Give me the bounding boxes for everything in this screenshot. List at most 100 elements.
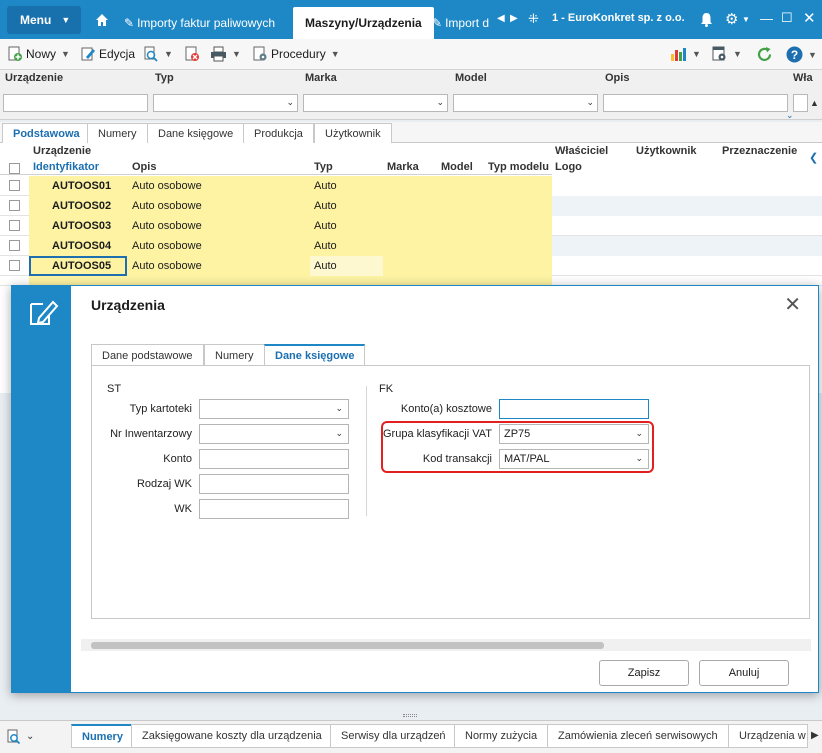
- filter-opis-input[interactable]: [603, 94, 788, 112]
- edit-button[interactable]: Edycja: [80, 46, 135, 62]
- row-checkbox[interactable]: [9, 220, 20, 231]
- help-button[interactable]: ? ▼: [786, 46, 817, 63]
- filter-marka-select[interactable]: ⌄: [303, 94, 448, 112]
- bottom-tabs: ⌄ Numery Zaksięgowane koszty dla urządze…: [0, 720, 822, 753]
- column-header-typ[interactable]: Typ: [314, 161, 333, 173]
- print-button[interactable]: ▼: [210, 46, 241, 62]
- apps-grid-icon[interactable]: ⁜: [528, 11, 539, 27]
- tab-import[interactable]: ✎ Import d: [432, 7, 494, 39]
- column-header-opis[interactable]: Opis: [132, 161, 156, 173]
- tab-dane-ksiegowe[interactable]: Dane księgowe: [147, 123, 245, 143]
- tab-dane-ksiegowe[interactable]: Dane księgowe: [264, 344, 366, 366]
- tab-zaksiegowane-koszty[interactable]: Zaksięgowane koszty dla urządzenia: [131, 724, 333, 748]
- settings-button[interactable]: ▼: [711, 46, 742, 62]
- tab-zamowienia[interactable]: Zamówienia zleceń serwisowych: [547, 724, 729, 748]
- bar-chart-icon: [671, 48, 686, 61]
- scroll-left-icon[interactable]: ◀: [497, 13, 505, 24]
- save-button[interactable]: Zapisz: [599, 660, 689, 686]
- rodzaj-wk-field[interactable]: [199, 474, 349, 494]
- tab-normy-zuzycia[interactable]: Normy zużycia: [454, 724, 549, 748]
- table-row[interactable]: AUTOOS05 Auto osobowe Auto: [0, 256, 822, 276]
- refresh-button[interactable]: [756, 46, 773, 63]
- chart-button[interactable]: ▼: [670, 46, 701, 62]
- maximize-icon[interactable]: ☐: [781, 10, 793, 26]
- cell-opis: Auto osobowe: [132, 200, 202, 212]
- new-document-icon: [8, 46, 22, 61]
- tab-dane-podstawowe[interactable]: Dane podstawowe: [91, 344, 204, 366]
- nr-inwentarzowy-select[interactable]: ⌄: [199, 424, 349, 444]
- bell-icon[interactable]: [700, 12, 713, 27]
- select-all-checkbox[interactable]: [9, 163, 20, 174]
- tab-numery[interactable]: Numery: [204, 344, 265, 366]
- typ-kartoteki-select[interactable]: ⌄: [199, 399, 349, 419]
- column-header-przeznaczenie[interactable]: Przeznaczenie: [722, 145, 797, 157]
- procedures-button[interactable]: Procedury ▼: [252, 46, 340, 62]
- cell-identyfikator: AUTOOS01: [52, 180, 112, 192]
- grid-tabs: Podstawowa Numery Dane księgowe Produkcj…: [0, 122, 822, 143]
- table-row[interactable]: AUTOOS02 Auto osobowe Auto: [0, 196, 822, 216]
- scroll-columns-left-icon[interactable]: ❮: [809, 151, 818, 164]
- cell-typ: Auto: [314, 240, 337, 252]
- tab-urzadzenia[interactable]: Urządzenia w: [728, 724, 808, 748]
- home-icon[interactable]: [95, 13, 109, 27]
- scroll-right-icon[interactable]: ▶: [510, 13, 518, 24]
- tab-produkcja[interactable]: Produkcja: [243, 123, 314, 143]
- tab-numery-bottom[interactable]: Numery: [71, 724, 134, 748]
- tab-numery[interactable]: Numery: [87, 123, 148, 143]
- konto-kosztowe-field[interactable]: [499, 399, 649, 419]
- gear-icon[interactable]: ⚙: [725, 10, 738, 28]
- tab-importy-faktur[interactable]: ✎ Importy faktur paliwowych: [124, 7, 275, 39]
- table-row[interactable]: AUTOOS01 Auto osobowe Auto: [0, 176, 822, 196]
- horizontal-scrollbar-thumb[interactable]: [91, 642, 604, 649]
- table-row[interactable]: AUTOOS04 Auto osobowe Auto: [0, 236, 822, 256]
- close-icon[interactable]: ✕: [784, 292, 801, 317]
- konto-field[interactable]: [199, 449, 349, 469]
- filter-wlasciciel-input[interactable]: [793, 94, 808, 112]
- company-name[interactable]: 1 - EuroKonkret sp. z o.o.: [552, 12, 685, 24]
- column-header-wlasciciel[interactable]: Właściciel: [555, 145, 608, 157]
- tab-maszyny-urzadzenia[interactable]: Maszyny/Urządzenia: [293, 7, 434, 39]
- column-header-uzytkownik[interactable]: Użytkownik: [636, 145, 697, 157]
- konto-label: Konto: [163, 453, 192, 465]
- expand-down-icon[interactable]: ⌄: [786, 110, 794, 121]
- table-row[interactable]: AUTOOS03 Auto osobowe Auto: [0, 216, 822, 236]
- delete-button[interactable]: [184, 46, 200, 62]
- column-header-typ-modelu[interactable]: Typ modelu: [488, 161, 549, 173]
- chevron-down-icon: ▼: [61, 49, 70, 59]
- urzadzenia-dialog: Urządzenia ✕ Dane podstawowe Numery Dane…: [11, 285, 819, 693]
- column-header-marka[interactable]: Marka: [387, 161, 419, 173]
- row-checkbox[interactable]: [9, 180, 20, 191]
- filter-label-wlasciciel: Wła: [793, 72, 813, 84]
- filter-urzadzenie-input[interactable]: [3, 94, 148, 112]
- typ-kartoteki-label: Typ kartoteki: [129, 403, 192, 415]
- toolbar: Nowy ▼ Edycja ▼ ▼ Procedury ▼ ▼ ▼ ? ▼: [0, 39, 822, 70]
- wk-field[interactable]: [199, 499, 349, 519]
- tab-pin-icon: ✎: [124, 16, 135, 30]
- minimize-icon[interactable]: —: [760, 11, 773, 26]
- tab-uzytkownik[interactable]: Użytkownik: [314, 123, 392, 143]
- search-doc-icon[interactable]: [6, 729, 22, 745]
- menu-button[interactable]: Menu ▼: [7, 6, 81, 34]
- filter-typ-select[interactable]: ⌄: [153, 94, 298, 112]
- tab-podstawowa[interactable]: Podstawowa: [2, 123, 91, 143]
- column-header-model[interactable]: Model: [441, 161, 473, 173]
- column-header-logo[interactable]: Logo: [555, 161, 582, 173]
- chevron-down-icon[interactable]: ⌄: [26, 731, 34, 742]
- new-button[interactable]: Nowy ▼: [7, 46, 70, 62]
- chevron-down-icon: ⌄: [335, 428, 343, 438]
- row-checkbox[interactable]: [9, 200, 20, 211]
- collapse-up-icon[interactable]: ▲: [810, 98, 819, 108]
- filter-model-select[interactable]: ⌄: [453, 94, 598, 112]
- dialog-sidebar: [12, 286, 71, 692]
- splitter-grip[interactable]: [403, 714, 417, 717]
- row-checkbox[interactable]: [9, 260, 20, 271]
- close-window-icon[interactable]: ✕: [803, 9, 816, 27]
- search-button[interactable]: ▼: [143, 46, 173, 62]
- tab-serwisy[interactable]: Serwisy dla urządzeń: [330, 724, 457, 748]
- column-header-identyfikator[interactable]: Identyfikator: [33, 161, 99, 173]
- cell-opis: Auto osobowe: [132, 180, 202, 192]
- scroll-tabs-right-icon[interactable]: ▶: [811, 730, 819, 741]
- chevron-down-icon[interactable]: ▼: [742, 15, 750, 24]
- cancel-button[interactable]: Anuluj: [699, 660, 789, 686]
- row-checkbox[interactable]: [9, 240, 20, 251]
